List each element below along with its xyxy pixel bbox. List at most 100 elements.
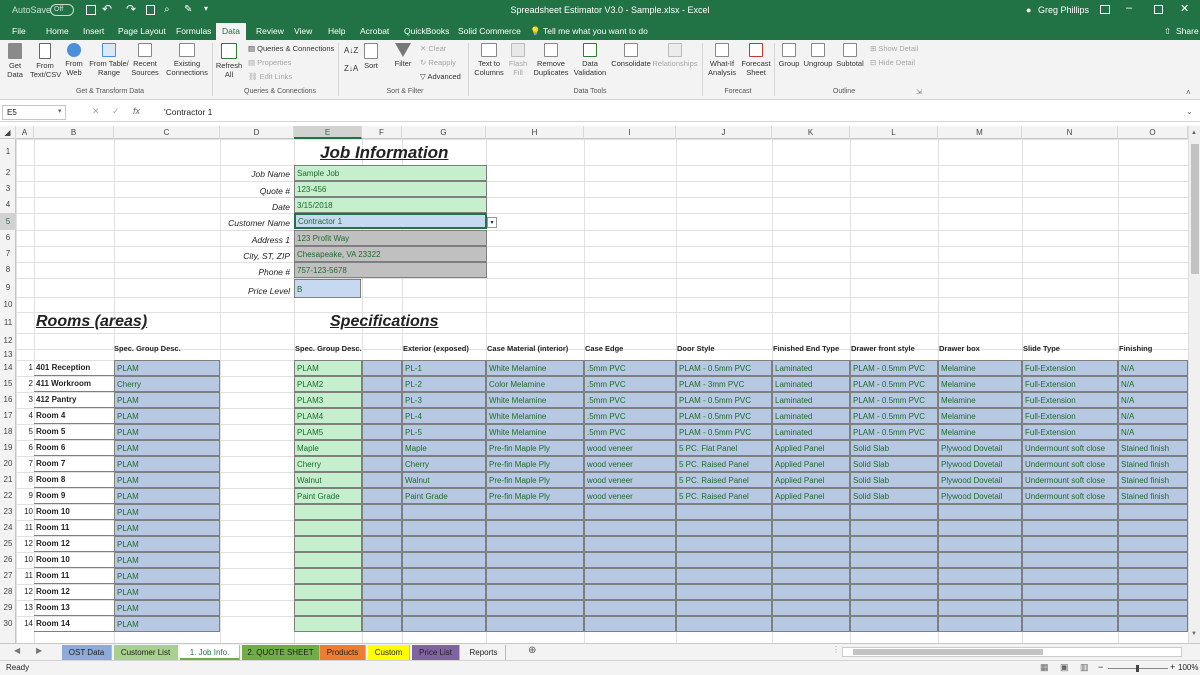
spec-cell[interactable] [486,568,584,584]
spec-cell[interactable]: Undermount soft close [1022,440,1118,456]
spec-cell[interactable]: PLAM - 0.5mm PVC [676,360,772,376]
horizontal-scrollbar[interactable] [842,647,1182,657]
spec-cell[interactable]: Full-Extension [1022,392,1118,408]
edit-links-button[interactable]: ⛓ Edit Links [248,72,292,81]
spec-group-cell[interactable] [294,584,362,600]
spec-cell[interactable] [402,600,486,616]
sheet-tab[interactable]: Price List [412,645,460,660]
column-header[interactable]: C [114,126,220,139]
spec-cell[interactable]: PL-2 [402,376,486,392]
room-spec-group[interactable]: PLAM [114,392,220,408]
room-name[interactable]: Room 4 [34,408,114,424]
ungroup-button[interactable]: Ungroup [802,43,834,68]
spec-cell[interactable] [1118,616,1188,632]
spec-group-cell[interactable]: Walnut [294,472,362,488]
spec-group-cell[interactable]: PLAM [294,360,362,376]
ribbon-display-icon[interactable] [1100,5,1110,14]
spec-cell[interactable] [1022,600,1118,616]
spec-cell[interactable] [676,584,772,600]
spec-cell[interactable] [938,584,1022,600]
spec-cell[interactable] [1118,600,1188,616]
undo-icon[interactable]: ↶ [102,2,112,16]
spec-cell[interactable]: PL-1 [402,360,486,376]
advanced-button[interactable]: ▽ Advanced [420,72,461,81]
spec-cell[interactable] [938,504,1022,520]
spec-cell[interactable]: N/A [1118,424,1188,440]
tab-formulas[interactable]: Formulas [176,26,211,36]
row-header[interactable]: 15 [0,376,16,392]
spec-cell[interactable] [402,584,486,600]
room-spec-group[interactable]: PLAM [114,584,220,600]
spec-cell[interactable]: White Melamine [486,424,584,440]
spec-group-cell[interactable] [294,600,362,616]
spec-cell[interactable] [676,520,772,536]
spec-cell[interactable]: Full-Extension [1022,360,1118,376]
phone-field[interactable]: 757-123-5678 [294,262,487,278]
room-number[interactable]: 12 [18,584,34,600]
flash-fill-button[interactable]: Flash Fill [508,43,528,77]
spec-cell[interactable]: Full-Extension [1022,376,1118,392]
name-box-dropdown-icon[interactable]: ▾ [58,107,62,115]
spec-group-cell[interactable] [294,568,362,584]
spec-cell[interactable] [676,504,772,520]
spec-cell[interactable] [676,568,772,584]
room-name[interactable]: Room 6 [34,440,114,456]
column-header[interactable]: D [220,126,294,139]
vertical-scrollbar[interactable]: ▼ ▲ [1188,126,1200,643]
row-header[interactable]: 16 [0,392,16,408]
room-number[interactable]: 9 [18,488,34,504]
row-header[interactable]: 6 [0,230,16,246]
spec-cell[interactable] [772,552,850,568]
spec-cell[interactable]: PLAM - 0.5mm PVC [676,408,772,424]
from-text-csv-button[interactable]: From Text/CSV [30,43,61,79]
tab-data[interactable]: Data [216,23,246,40]
spec-cell[interactable]: wood veneer [584,488,676,504]
spec-cell[interactable]: Melamine [938,424,1022,440]
spec-group-cell[interactable] [294,520,362,536]
spec-cell[interactable]: .5mm PVC [584,408,676,424]
address-field[interactable]: 123 Profit Way [294,230,487,246]
show-detail-button[interactable]: ⊞ Show Detail [870,44,918,53]
room-number[interactable]: 10 [18,552,34,568]
spec-cell[interactable] [362,392,402,408]
spec-cell[interactable]: Laminated [772,392,850,408]
spec-cell[interactable]: Applied Panel [772,488,850,504]
tab-quickbooks[interactable]: QuickBooks [404,26,449,36]
spec-cell[interactable] [362,408,402,424]
spec-cell[interactable]: PLAM - 0.5mm PVC [850,392,938,408]
spec-cell[interactable]: Undermount soft close [1022,488,1118,504]
spec-cell[interactable] [772,520,850,536]
tab-solid-commerce[interactable]: Solid Commerce [458,26,521,36]
row-header[interactable]: 30 [0,616,16,632]
zoom-slider[interactable] [1108,665,1168,672]
column-header[interactable]: K [772,126,850,139]
tab-file[interactable]: File [12,26,26,36]
spec-cell[interactable]: Plywood Dovetail [938,472,1022,488]
room-number[interactable]: 11 [18,568,34,584]
spec-cell[interactable] [1118,504,1188,520]
spec-cell[interactable]: .5mm PVC [584,376,676,392]
spec-cell[interactable] [938,568,1022,584]
tell-me-search[interactable]: Tell me what you want to do [543,26,648,36]
tab-split-handle-icon[interactable]: ⋮ [832,645,840,654]
spec-cell[interactable]: Plywood Dovetail [938,488,1022,504]
spec-cell[interactable] [362,552,402,568]
room-spec-group[interactable]: PLAM [114,504,220,520]
spec-cell[interactable] [1118,520,1188,536]
tab-view[interactable]: View [294,26,312,36]
row-header[interactable]: 3 [0,181,16,197]
zoom-icon[interactable]: ⌕ [164,4,170,15]
column-header[interactable]: N [1022,126,1118,139]
room-name[interactable]: 412 Pantry [34,392,114,408]
room-spec-group[interactable]: PLAM [114,600,220,616]
spec-cell[interactable] [1022,536,1118,552]
spec-cell[interactable]: Melamine [938,408,1022,424]
spec-cell[interactable]: Stained finish [1118,456,1188,472]
row-header[interactable]: 20 [0,456,16,472]
spec-cell[interactable] [938,600,1022,616]
spec-group-cell[interactable] [294,616,362,632]
sort-button[interactable]: Sort [360,43,382,70]
column-header[interactable]: J [676,126,772,139]
sheet-tab[interactable]: Reports [462,645,506,660]
spec-cell[interactable]: Laminated [772,360,850,376]
